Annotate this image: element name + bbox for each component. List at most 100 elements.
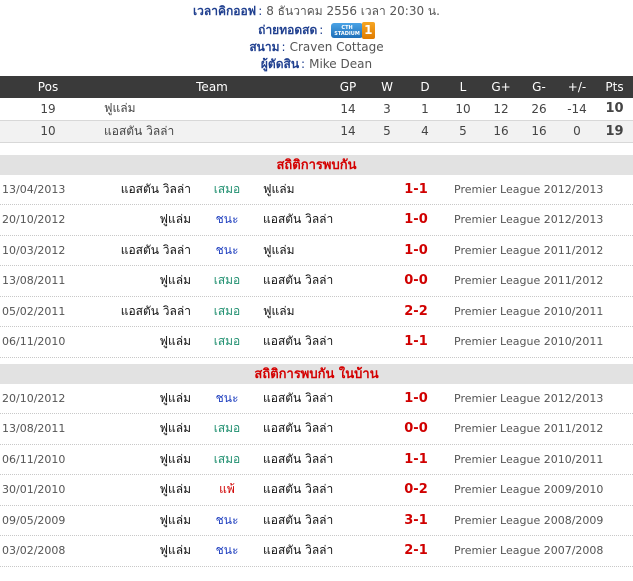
- match-row: 09/05/2009 ฟูแล่ม ชนะ แอสตัน วิลล่า 3-1 …: [0, 505, 633, 536]
- match-away-team: แอสตัน วิลล่า: [263, 390, 334, 405]
- match-competition: Premier League 2011/2012: [454, 422, 604, 436]
- match-date: 20/10/2012: [2, 213, 66, 227]
- header-gp: GP: [328, 76, 368, 98]
- match-date: 13/08/2011: [2, 422, 66, 436]
- match-score: 1-1: [404, 451, 428, 467]
- match-competition: Premier League 2007/2008: [454, 544, 604, 558]
- cell-w: 5: [368, 120, 406, 143]
- match-result: ชนะ: [215, 242, 239, 257]
- match-score: 2-2: [404, 303, 428, 319]
- match-competition: Premier League 2012/2013: [454, 182, 604, 196]
- match-competition: Premier League 2011/2012: [454, 274, 604, 288]
- match-competition: Premier League 2009/2010: [454, 483, 604, 497]
- match-result: เสมอ: [213, 181, 241, 196]
- match-row: 13/08/2011 ฟูแล่ม เสมอ แอสตัน วิลล่า 0-0…: [0, 414, 633, 445]
- match-row: 13/08/2011 ฟูแล่ม เสมอ แอสตัน วิลล่า 0-0…: [0, 266, 633, 297]
- match-result: เสมอ: [213, 273, 241, 288]
- match-home-team: ฟูแล่ม: [159, 334, 192, 349]
- match-competition: Premier League 2011/2012: [454, 243, 604, 257]
- match-score: 2-1: [404, 543, 428, 559]
- match-away-team: แอสตัน วิลล่า: [263, 482, 334, 497]
- cell-diff: 0: [558, 120, 596, 143]
- match-date: 10/03/2012: [2, 243, 66, 257]
- match-away-team: ฟูแล่ม: [263, 181, 295, 196]
- match-result: ชนะ: [215, 390, 239, 405]
- cell-d: 1: [406, 98, 444, 121]
- match-row: 20/10/2012 ฟูแล่ม ชนะ แอสตัน วิลล่า 1-0 …: [0, 383, 633, 414]
- match-competition: Premier League 2008/2009: [454, 513, 604, 527]
- match-score: 0-2: [404, 482, 428, 498]
- match-row: 13/04/2013 แอสตัน วิลล่า เสมอ ฟูแล่ม 1-1…: [0, 174, 633, 205]
- match-home-team: แอสตัน วิลล่า: [120, 303, 191, 318]
- match-date: 06/11/2010: [2, 452, 66, 466]
- match-date: 09/05/2009: [2, 513, 66, 527]
- match-score: 1-0: [404, 242, 428, 258]
- match-home-team: แอสตัน วิลล่า: [120, 181, 191, 196]
- match-row: 06/11/2010 ฟูแล่ม เสมอ แอสตัน วิลล่า 1-1…: [0, 327, 633, 358]
- match-away-team: แอสตัน วิลล่า: [263, 512, 334, 527]
- broadcast-label: ถ่ายทอดสด: [258, 23, 318, 37]
- match-result: เสมอ: [213, 421, 241, 436]
- match-away-team: ฟูแล่ม: [263, 303, 295, 318]
- home-h2h-list: 20/10/2012 ฟูแล่ม ชนะ แอสตัน วิลล่า 1-0 …: [0, 383, 633, 567]
- cell-ga: 16: [520, 120, 558, 143]
- cell-gp: 14: [328, 98, 368, 121]
- match-score: 0-0: [404, 421, 428, 437]
- cell-l: 10: [444, 98, 482, 121]
- match-score: 0-0: [404, 273, 428, 289]
- match-away-team: แอสตัน วิลล่า: [263, 212, 334, 227]
- match-home-team: ฟูแล่ม: [159, 451, 192, 466]
- match-date: 03/02/2008: [2, 544, 66, 558]
- match-date: 06/11/2010: [2, 335, 66, 349]
- match-row: 30/01/2010 ฟูแล่ม แพ้ แอสตัน วิลล่า 0-2 …: [0, 475, 633, 506]
- kickoff-value: 8 ธันวาคม 2556 เวลา 20:30 น.: [266, 4, 440, 18]
- header-team: Team: [96, 76, 328, 98]
- header-pos: Pos: [0, 76, 96, 98]
- match-row: 05/02/2011 แอสตัน วิลล่า เสมอ ฟูแล่ม 2-2…: [0, 296, 633, 327]
- match-row: 06/11/2010 ฟูแล่ม เสมอ แอสตัน วิลล่า 1-1…: [0, 444, 633, 475]
- match-date: 13/04/2013: [2, 182, 66, 196]
- kickoff-row: เวลาคิกออฟ : 8 ธันวาคม 2556 เวลา 20:30 น…: [0, 0, 633, 22]
- match-score: 1-0: [404, 390, 428, 406]
- referee-row: ผู้ตัดสิน : Mike Dean: [260, 57, 373, 71]
- match-home-team: ฟูแล่ม: [159, 390, 192, 405]
- match-row: 03/02/2008 ฟูแล่ม ชนะ แอสตัน วิลล่า 2-1 …: [0, 536, 633, 567]
- match-result: ชนะ: [215, 212, 239, 227]
- match-away-team: แอสตัน วิลล่า: [263, 334, 334, 349]
- kickoff-label: เวลาคิกออฟ: [193, 4, 257, 18]
- match-home-team: ฟูแล่ม: [159, 212, 192, 227]
- match-competition: Premier League 2010/2011: [454, 452, 604, 466]
- standings-table: Pos Team GP W D L G+ G- +/- Pts 19 ฟูแล่…: [0, 76, 633, 143]
- match-result: เสมอ: [213, 334, 241, 349]
- cell-gp: 14: [328, 120, 368, 143]
- home-h2h-section-title: สถิติการพบกัน ในบ้าน: [0, 363, 633, 384]
- cell-d: 4: [406, 120, 444, 143]
- match-home-team: ฟูแล่ม: [159, 482, 192, 497]
- header-diff: +/-: [558, 76, 596, 98]
- cell-team: ฟูแล่ม: [96, 98, 328, 121]
- match-competition: Premier League 2012/2013: [454, 213, 604, 227]
- cell-ga: 26: [520, 98, 558, 121]
- cell-pts: 10: [596, 98, 633, 121]
- cell-l: 5: [444, 120, 482, 143]
- broadcast-row: ถ่ายทอดสด : CTH STADIUM 1: [0, 22, 633, 39]
- venue-label: สนาม: [249, 40, 280, 54]
- venue-value: Craven Cottage: [289, 40, 384, 54]
- match-result: เสมอ: [213, 451, 241, 466]
- header-gf: G+: [482, 76, 520, 98]
- match-away-team: ฟูแล่ม: [263, 242, 295, 257]
- match-info: เวลาคิกออฟ : 8 ธันวาคม 2556 เวลา 20:30 น…: [0, 0, 633, 73]
- header-w: W: [368, 76, 406, 98]
- header-ga: G-: [520, 76, 558, 98]
- match-score: 1-0: [404, 212, 428, 228]
- match-result: แพ้: [219, 482, 235, 497]
- match-score: 1-1: [404, 181, 428, 197]
- match-date: 30/01/2010: [2, 483, 66, 497]
- venue-row: สนาม : Craven Cottage: [249, 40, 384, 54]
- cell-pos: 19: [0, 98, 96, 121]
- standings-row: 19 ฟูแล่ม 14 3 1 10 12 26 -14 10: [0, 98, 633, 121]
- match-competition: Premier League 2012/2013: [454, 391, 604, 405]
- match-date: 13/08/2011: [2, 274, 66, 288]
- match-competition: Premier League 2010/2011: [454, 304, 604, 318]
- match-row: 20/10/2012 ฟูแล่ม ชนะ แอสตัน วิลล่า 1-0 …: [0, 205, 633, 236]
